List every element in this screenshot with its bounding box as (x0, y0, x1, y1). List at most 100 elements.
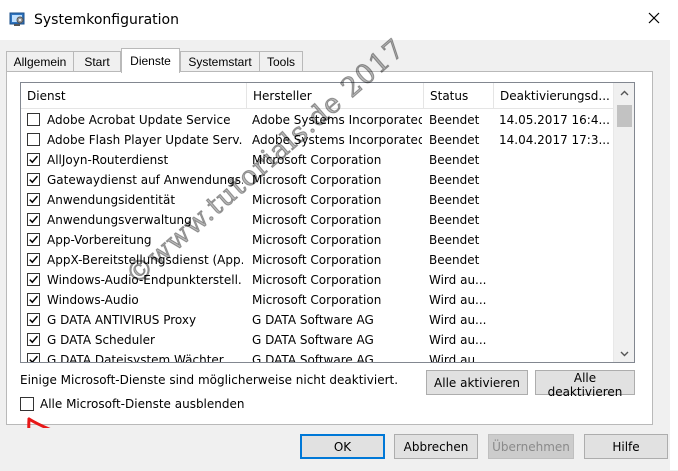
service-status: Beendet (429, 213, 480, 227)
service-status: Beendet (429, 173, 480, 187)
service-status: Wird au... (429, 333, 487, 347)
service-disable-date (499, 170, 611, 190)
window-edge (670, 40, 678, 470)
service-name: AppX-Bereitstellungsdienst (App... (47, 253, 243, 267)
table-row[interactable]: Windows-Audio Microsoft Corporation Wird a… (21, 290, 613, 310)
service-status: Beendet (429, 133, 480, 147)
table-row[interactable]: Anwendungsidentität Microsoft Corporation… (21, 190, 613, 210)
list-rows: Adobe Acrobat Update Service Adobe System… (21, 109, 613, 362)
service-vendor: Microsoft Corporation (252, 193, 382, 207)
service-name: Anwendungsidentität (47, 193, 176, 207)
service-name: G DATA Dateisystem Wächter (47, 353, 224, 362)
scrollbar-thumb[interactable] (617, 105, 632, 127)
table-row[interactable]: G DATA Dateisystem Wächter G DATA Softwar… (21, 350, 613, 362)
service-vendor: Microsoft Corporation (252, 273, 382, 287)
service-checkbox[interactable] (27, 353, 40, 362)
table-row[interactable]: G DATA ANTIVIRUS Proxy G DATA Software AG… (21, 310, 613, 330)
service-name: Windows-Audio (47, 293, 139, 307)
service-disable-date: 14.04.2017 17:3... (499, 133, 610, 147)
table-row[interactable]: G DATA Scheduler G DATA Software AG Wird a… (21, 330, 613, 350)
vertical-scrollbar[interactable] (613, 83, 634, 362)
tab-allgemein[interactable]: Allgemein (6, 51, 74, 72)
service-checkbox[interactable] (27, 253, 40, 266)
close-window-button[interactable] (634, 2, 674, 36)
service-name: AllJoyn-Routerdienst (47, 153, 169, 167)
service-name: Adobe Acrobat Update Service (47, 113, 231, 127)
apply-button[interactable]: Übernehmen (488, 434, 574, 459)
service-checkbox[interactable] (27, 113, 40, 126)
scroll-down-button[interactable] (614, 344, 634, 361)
column-header-hersteller[interactable]: Hersteller (247, 83, 424, 109)
column-header-deaktivierungsdatum[interactable]: Deaktivierungsd... (494, 83, 613, 109)
service-status: Beendet (429, 153, 480, 167)
services-list[interactable]: Dienst Hersteller Status Deaktivierungsd… (20, 82, 635, 363)
service-checkbox[interactable] (27, 273, 40, 286)
service-vendor: G DATA Software AG (252, 333, 374, 347)
service-status: Wird au... (429, 313, 487, 327)
table-row[interactable]: Adobe Flash Player Update Serv... Adobe S… (21, 130, 613, 150)
table-row[interactable]: Anwendungsverwaltung Microsoft Corporatio… (21, 210, 613, 230)
microsoft-services-note: Einige Microsoft-Dienste sind möglicherw… (20, 373, 399, 387)
hide-microsoft-services-label: Alle Microsoft-Dienste ausblenden (40, 397, 245, 411)
chevron-down-icon (620, 346, 629, 360)
tab-systemstart[interactable]: Systemstart (180, 51, 260, 72)
window-title: Systemkonfiguration (34, 12, 179, 28)
service-vendor: G DATA Software AG (252, 353, 374, 362)
tab-start[interactable]: Start (73, 51, 121, 72)
table-row[interactable]: Gatewaydienst auf Anwendungs... Microsoft… (21, 170, 613, 190)
hide-microsoft-services-checkbox[interactable] (20, 397, 34, 411)
cancel-button[interactable]: Abbrechen (394, 434, 478, 459)
service-name: Anwendungsverwaltung (47, 213, 192, 227)
service-vendor: Microsoft Corporation (252, 233, 382, 247)
service-vendor: Adobe Systems Incorporated (252, 133, 422, 147)
service-vendor: G DATA Software AG (252, 313, 374, 327)
service-checkbox[interactable] (27, 313, 40, 326)
enable-all-button[interactable]: Alle aktivieren (426, 370, 528, 395)
service-checkbox[interactable] (27, 193, 40, 206)
service-disable-date (499, 150, 611, 170)
ok-button[interactable]: OK (300, 434, 385, 459)
tab-dienste[interactable]: Dienste (121, 48, 180, 73)
service-status: Wird au... (429, 353, 487, 362)
service-checkbox[interactable] (27, 233, 40, 246)
list-header: Dienst Hersteller Status Deaktivierungsd… (21, 83, 613, 109)
service-checkbox[interactable] (27, 153, 40, 166)
service-checkbox[interactable] (27, 173, 40, 186)
service-name: G DATA Scheduler (47, 333, 155, 347)
service-disable-date (499, 210, 611, 230)
table-row[interactable]: Windows-Audio-Endpunkterstell... Microsof… (21, 270, 613, 290)
service-vendor: Microsoft Corporation (252, 173, 382, 187)
service-status: Wird au... (429, 293, 487, 307)
service-checkbox[interactable] (27, 293, 40, 306)
service-checkbox[interactable] (27, 133, 40, 146)
service-status: Beendet (429, 193, 480, 207)
service-disable-date (499, 230, 611, 250)
service-status: Wird au... (429, 273, 487, 287)
service-checkbox[interactable] (27, 333, 40, 346)
service-status: Beendet (429, 253, 480, 267)
service-status: Beendet (429, 233, 480, 247)
service-disable-date: 14.05.2017 16:4... (499, 113, 610, 127)
service-name: App-Vorbereitung (47, 233, 152, 247)
disable-all-button[interactable]: Alle deaktivieren (535, 370, 635, 399)
service-status: Beendet (429, 113, 480, 127)
service-vendor: Microsoft Corporation (252, 153, 382, 167)
table-row[interactable]: AppX-Bereitstellungsdienst (App... Micros… (21, 250, 613, 270)
service-disable-date (499, 290, 611, 310)
scroll-up-button[interactable] (614, 83, 634, 100)
column-header-dienst[interactable]: Dienst (21, 83, 247, 109)
service-name: G DATA ANTIVIRUS Proxy (47, 313, 197, 327)
table-row[interactable]: App-Vorbereitung Microsoft Corporation Bee… (21, 230, 613, 250)
service-vendor: Microsoft Corporation (252, 253, 382, 267)
title-bar: Systemkonfiguration (0, 0, 678, 40)
tab-tools[interactable]: Tools (259, 51, 303, 72)
service-name: Windows-Audio-Endpunkterstell... (47, 273, 243, 287)
help-button[interactable]: Hilfe (584, 434, 668, 459)
service-checkbox[interactable] (27, 213, 40, 226)
service-disable-date (499, 350, 611, 362)
table-row[interactable]: Adobe Acrobat Update Service Adobe System… (21, 110, 613, 130)
msconfig-app-icon (9, 11, 25, 27)
service-name: Adobe Flash Player Update Serv... (47, 133, 243, 147)
table-row[interactable]: AllJoyn-Routerdienst Microsoft Corporatio… (21, 150, 613, 170)
column-header-status[interactable]: Status (424, 83, 494, 109)
